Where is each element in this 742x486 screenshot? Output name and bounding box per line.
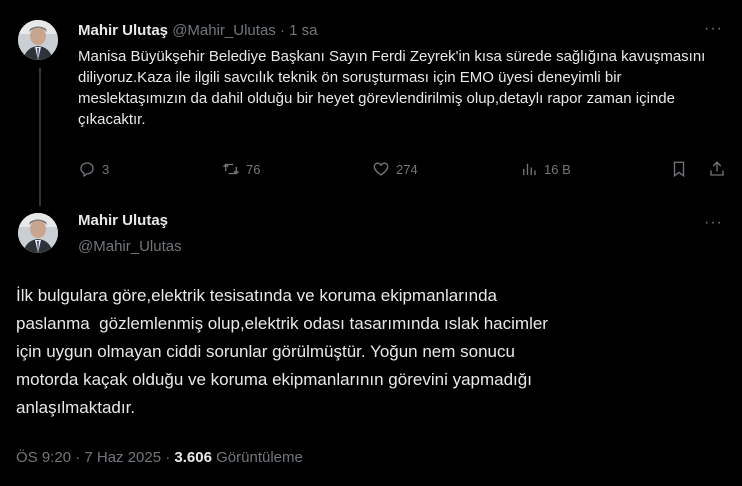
tweet-text-line: paslanma gözlemlenmiş olup,elektrik odas… [16,314,548,333]
more-icon[interactable]: ··· [704,214,723,232]
post-timestamp[interactable]: ÖS 9:20 · 7 Haz 2025 · [16,449,174,466]
tweet-text-line: motorda kaçak olduğu ve koruma ekipmanla… [16,370,532,389]
author-handle[interactable]: @Mahir_Ulutas [78,238,182,255]
separator: · [279,22,285,39]
bookmark-icon [673,161,685,178]
tweet-header: Mahir Ulutaş @Mahir_Ulutas · 1 sa [78,22,317,39]
tweet-text-line: İlk bulgulara göre,elektrik tesisatında … [16,286,497,305]
tweet-text: İlk bulgulara göre,elektrik tesisatında … [16,282,716,422]
reply-count: 3 [102,161,110,177]
tweet-text: Manisa Büyükşehir Belediye Başkanı Sayın… [78,48,706,128]
views-count: 3.606 [174,449,212,466]
views-label: Görüntüleme [211,449,303,466]
bookmark-button[interactable] [670,160,688,178]
avatar[interactable] [18,213,58,253]
thread-line [39,68,41,206]
avatar[interactable] [18,20,58,60]
like-count: 274 [396,161,418,177]
repost-button[interactable]: 76 [222,160,260,178]
repost-count: 76 [246,161,261,177]
tweet-meta: ÖS 9:20 · 7 Haz 2025 · 3.606 Görüntüleme [16,449,303,466]
view-count: 16 B [544,161,571,177]
like-button[interactable]: 274 [372,160,418,178]
repost-icon [223,163,239,175]
reply-icon [80,162,94,177]
share-button[interactable] [708,160,726,178]
tweet-text-line: için uygun olmayan ciddi sorunlar görülm… [16,342,515,361]
author-name[interactable]: Mahir Ulutaş [78,212,168,229]
tweet-actions: 3 76 274 16 B [78,160,728,184]
views-icon [523,163,536,175]
tweet-text-line: anlaşılmaktadır. [16,398,136,417]
reply-button[interactable]: 3 [78,160,109,178]
more-icon[interactable]: ··· [704,20,723,38]
like-icon [373,162,389,176]
author-name[interactable]: Mahir Ulutaş [78,22,168,39]
views-button[interactable]: 16 B [520,160,571,178]
timestamp[interactable]: 1 sa [289,22,317,39]
author-handle[interactable]: @Mahir_Ulutas [172,22,276,39]
share-icon [710,161,724,176]
